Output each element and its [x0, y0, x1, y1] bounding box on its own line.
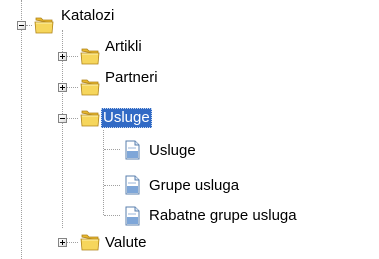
tree-node-label[interactable]: Usluge — [147, 141, 198, 161]
folder-icon — [79, 45, 101, 67]
tree-line — [104, 149, 120, 150]
document-icon — [121, 174, 143, 196]
tree-line — [104, 215, 120, 216]
tree-line — [26, 25, 32, 26]
tree-node-label[interactable]: Valute — [103, 233, 148, 253]
tree-node-label[interactable]: Artikli — [103, 37, 144, 57]
folder-icon — [79, 231, 101, 253]
tree-line — [67, 56, 78, 57]
tree-node-label[interactable]: Katalozi — [59, 6, 116, 26]
folder-icon — [79, 76, 101, 98]
expand-toggle-icon[interactable] — [58, 238, 67, 247]
folder-icon — [33, 14, 55, 36]
folder-icon — [79, 107, 101, 129]
catalog-tree-view[interactable]: Katalozi Artikli Partneri Usluge Usluge … — [0, 0, 379, 259]
tree-line — [67, 242, 78, 243]
tree-line — [104, 185, 120, 186]
tree-line — [21, 30, 22, 259]
tree-line — [103, 130, 104, 215]
tree-node-label[interactable]: Rabatne grupe usluga — [147, 206, 299, 226]
collapse-toggle-icon[interactable] — [58, 114, 67, 123]
tree-node-label[interactable]: Partneri — [103, 68, 160, 88]
tree-line — [21, 0, 22, 20]
document-icon — [121, 205, 143, 227]
expand-toggle-icon[interactable] — [58, 83, 67, 92]
document-icon — [121, 139, 143, 161]
tree-line — [67, 118, 78, 119]
tree-node-label[interactable]: Usluge — [101, 108, 152, 128]
collapse-toggle-icon[interactable] — [17, 21, 26, 30]
tree-node-label[interactable]: Grupe usluga — [147, 176, 241, 196]
expand-toggle-icon[interactable] — [58, 52, 67, 61]
tree-line — [67, 87, 78, 88]
